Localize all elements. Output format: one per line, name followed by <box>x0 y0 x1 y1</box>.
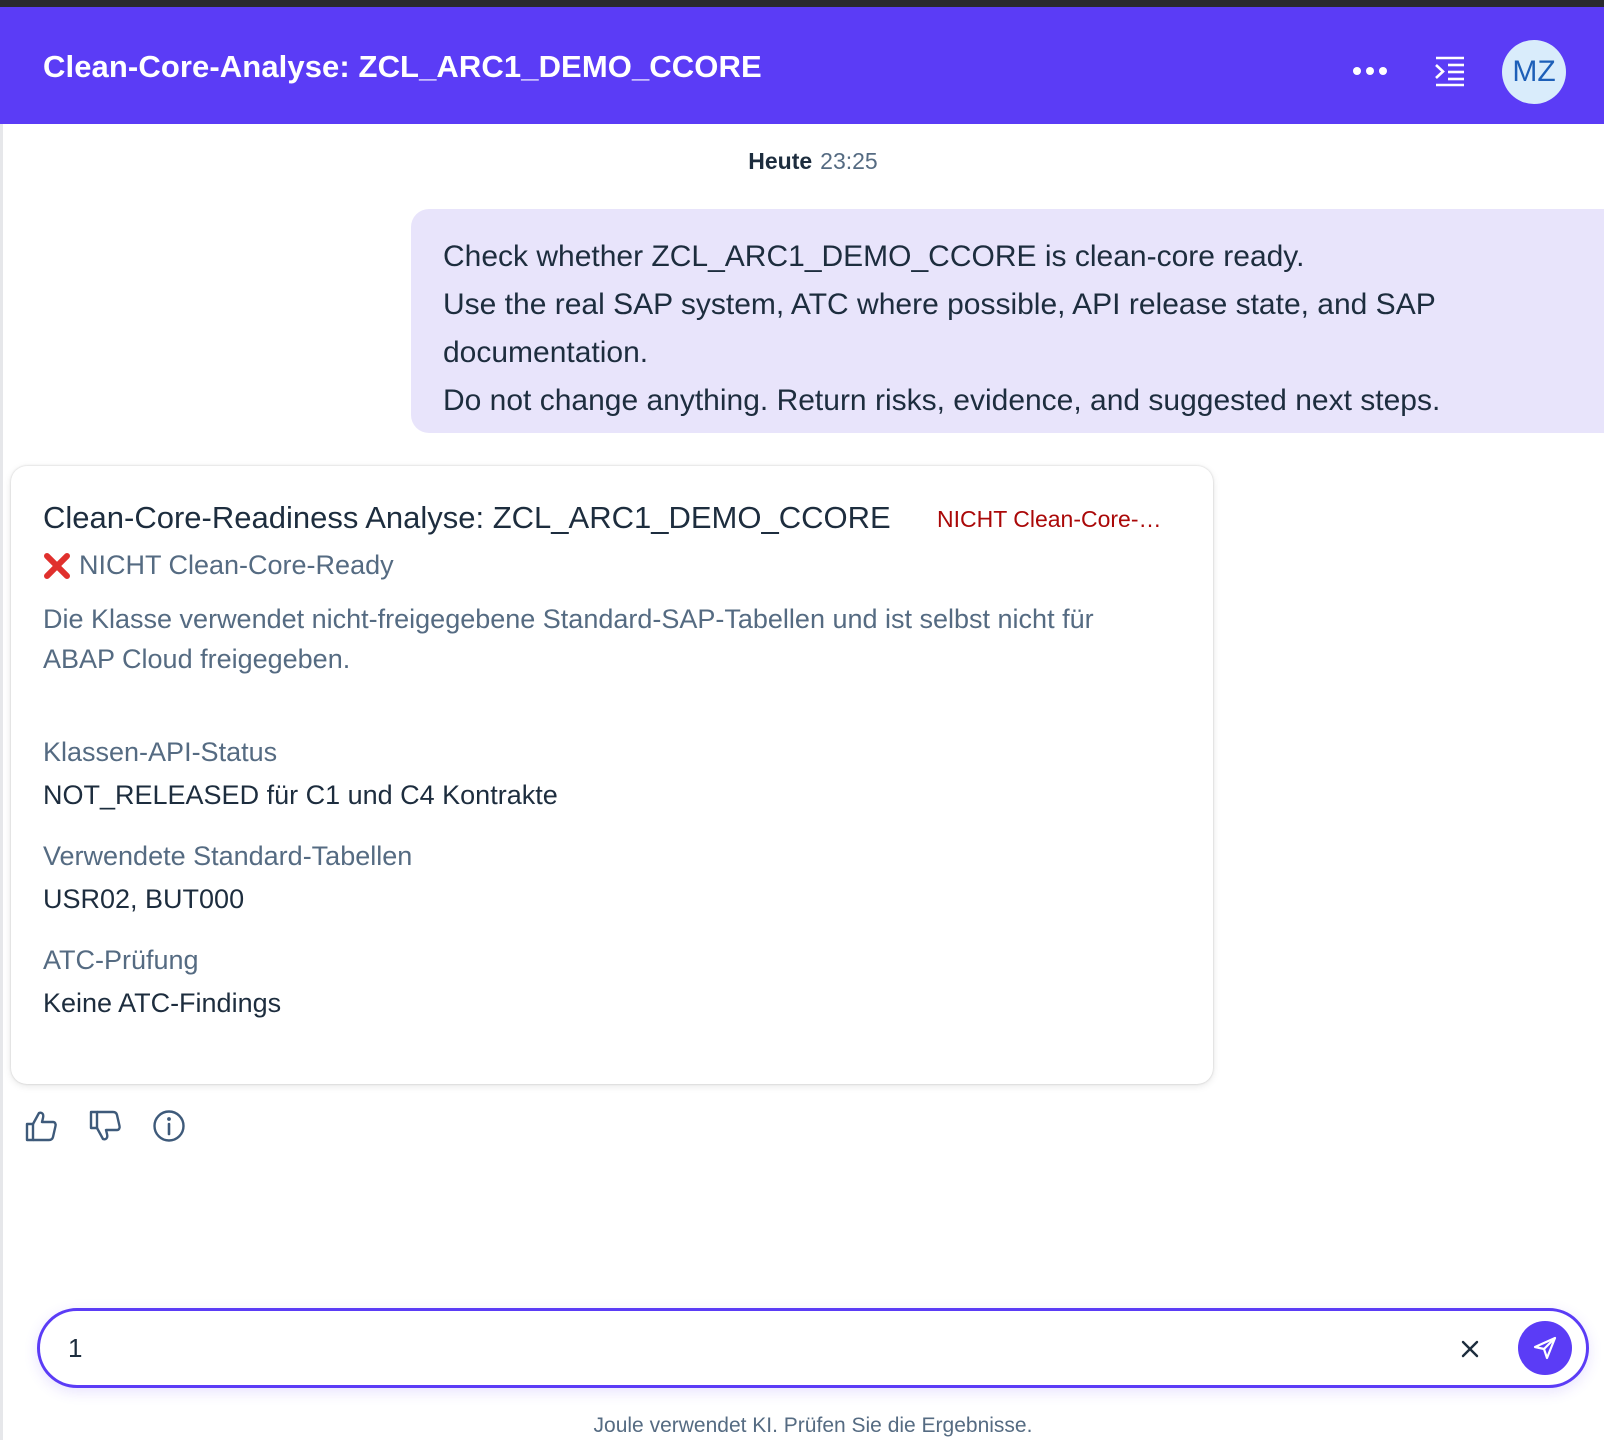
status-badge: NICHT Clean-Core-Ready <box>937 506 1177 532</box>
timestamp-time: 23:25 <box>820 148 878 174</box>
clear-input-button[interactable] <box>1452 1331 1488 1367</box>
page-title: Clean-Core-Analyse: ZCL_ARC1_DEMO_CCORE <box>43 49 762 84</box>
more-horizontal-icon <box>1353 67 1387 75</box>
analysis-result-card: Clean-Core-Readiness Analyse: ZCL_ARC1_D… <box>11 466 1213 1084</box>
field-value: Keine ATC-Findings <box>43 988 282 1018</box>
collapse-panel-button[interactable] <box>1428 47 1472 95</box>
field-label: Verwendete Standard-Tabellen <box>43 841 413 871</box>
user-avatar[interactable]: MZ <box>1502 40 1566 104</box>
window-top-strip <box>0 0 1604 7</box>
close-icon <box>1461 1340 1479 1358</box>
chat-area: Heute 23:25 Check whether ZCL_ARC1_DEMO_C… <box>0 124 1604 1440</box>
field-atc-check: ATC-Prüfung Keine ATC-Findings <box>43 945 1181 1019</box>
info-button[interactable] <box>151 1108 187 1144</box>
timestamp-day: Heute <box>748 148 813 174</box>
card-status: NICHT Clean-Core-Ready <box>43 550 1181 581</box>
thumbs-up-icon <box>25 1111 57 1142</box>
field-value: USR02, BUT000 <box>43 884 245 914</box>
card-fields: Klassen-API-Status NOT_RELEASED für C1 u… <box>43 737 1181 1019</box>
field-api-status: Klassen-API-Status NOT_RELEASED für C1 u… <box>43 737 1181 811</box>
card-title: Clean-Core-Readiness Analyse: ZCL_ARC1_D… <box>43 500 891 535</box>
chat-input-container <box>37 1308 1589 1388</box>
ai-disclaimer: Joule verwendet KI. Prüfen Sie die Ergeb… <box>593 1414 1033 1437</box>
message-timestamp: Heute 23:25 <box>3 148 1604 175</box>
field-value: NOT_RELEASED für C1 und C4 Kontrakte <box>43 780 558 810</box>
field-label: Klassen-API-Status <box>43 737 278 767</box>
card-header: Clean-Core-Readiness Analyse: ZCL_ARC1_D… <box>43 500 1181 542</box>
chat-input[interactable] <box>68 1325 1408 1371</box>
collapse-panel-icon <box>1435 56 1464 87</box>
like-button[interactable] <box>23 1108 59 1144</box>
more-options-button[interactable] <box>1348 49 1392 93</box>
feedback-bar <box>23 1108 187 1144</box>
field-standard-tables: Verwendete Standard-Tabellen USR02, BUT0… <box>43 841 1181 915</box>
field-label: ATC-Prüfung <box>43 945 199 975</box>
user-message-line: Use the real SAP system, ATC where possi… <box>443 288 1436 369</box>
send-icon <box>1533 1336 1557 1360</box>
cross-mark-icon <box>44 552 70 579</box>
send-button[interactable] <box>1518 1321 1572 1375</box>
thumbs-down-icon <box>89 1110 121 1141</box>
card-description: Die Klasse verwendet nicht-freigegebene … <box>43 604 1094 674</box>
card-status-text: NICHT Clean-Core-Ready <box>79 550 394 580</box>
user-message-line: Check whether ZCL_ARC1_DEMO_CCORE is cle… <box>443 240 1305 273</box>
dislike-button[interactable] <box>87 1108 123 1144</box>
info-icon <box>153 1110 185 1142</box>
user-message-line: Do not change anything. Return risks, ev… <box>443 384 1441 417</box>
app-header: Clean-Core-Analyse: ZCL_ARC1_DEMO_CCORE … <box>0 7 1604 124</box>
user-message-bubble: Check whether ZCL_ARC1_DEMO_CCORE is cle… <box>411 209 1604 433</box>
